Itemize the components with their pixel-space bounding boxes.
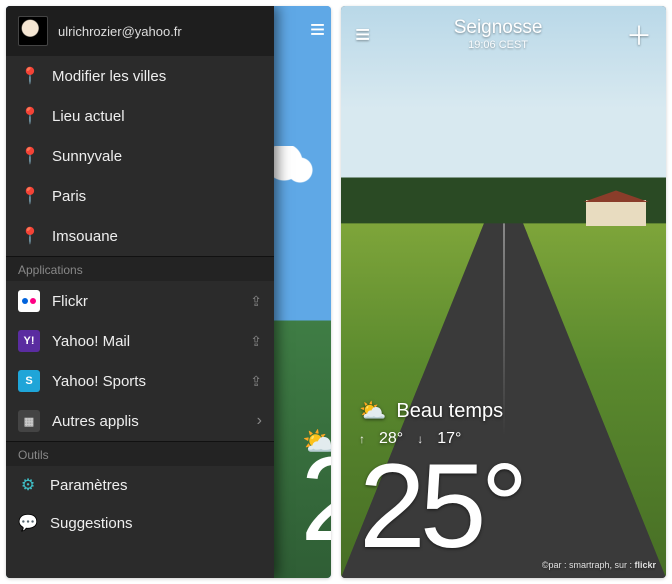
edit-locations[interactable]: 📍 Modifier les villes	[6, 56, 274, 96]
pin-icon: 📍	[20, 186, 40, 206]
edit-locations-label: Modifier les villes	[52, 68, 166, 85]
phone-left: ≡ ⛅ 2 ulrichrozier@yahoo.fr 📍 Modifier l…	[6, 6, 331, 578]
user-row[interactable]: ulrichrozier@yahoo.fr	[6, 6, 274, 56]
tool-suggestions[interactable]: 💬 Suggestions	[6, 504, 274, 542]
current-temp: 25°	[359, 452, 522, 560]
location-item-paris[interactable]: 📍 Paris	[6, 176, 274, 216]
arrow-down-icon: ↓	[417, 432, 423, 446]
tools-section-header: Outils	[6, 441, 274, 466]
top-bar: ≡ Seignosse 19:06 CEST ＋	[341, 6, 666, 62]
location-item-sunnyvale[interactable]: 📍 Sunnyvale	[6, 136, 274, 176]
hamburger-icon[interactable]: ≡	[355, 19, 370, 50]
credit-prefix: ©par :	[542, 560, 569, 570]
credit-author: smartraph	[569, 560, 610, 570]
app-flickr[interactable]: Flickr ⇪	[6, 281, 274, 321]
tool-settings[interactable]: ⚙ Paramètres	[6, 466, 274, 504]
pin-icon: 📍	[20, 106, 40, 126]
app-yahoo-sports[interactable]: S Yahoo! Sports ⇪	[6, 361, 274, 401]
flickr-logo-text: flickr	[634, 560, 656, 570]
peek-temperature: 2	[300, 430, 331, 568]
download-icon: ⇪	[250, 373, 262, 390]
hamburger-peek-icon[interactable]: ≡	[310, 14, 325, 45]
location-label: Lieu actuel	[52, 108, 125, 125]
gear-icon: ⚙	[18, 475, 38, 495]
pin-icon: 📍	[20, 66, 40, 86]
weather-block: ⛅ Beau temps ↑ 28° ↓ 17° 25°	[359, 398, 522, 560]
arrow-up-icon: ↑	[359, 432, 365, 446]
chat-icon: 💬	[18, 513, 38, 533]
app-yahoo-mail[interactable]: Y! Yahoo! Mail ⇪	[6, 321, 274, 361]
download-icon: ⇪	[250, 293, 262, 310]
yahoo-mail-icon: Y!	[18, 330, 40, 352]
apps-section-header: Applications	[6, 256, 274, 281]
app-label: Autres applis	[52, 413, 139, 430]
condition-row: ⛅ Beau temps	[359, 398, 522, 424]
download-icon: ⇪	[250, 333, 262, 350]
add-location-icon[interactable]: ＋	[626, 16, 652, 53]
location-label: Paris	[52, 188, 86, 205]
location-item-current[interactable]: 📍 Lieu actuel	[6, 96, 274, 136]
location-item-imsouane[interactable]: 📍 Imsouane	[6, 216, 274, 256]
house	[586, 200, 646, 226]
chevron-right-icon: ›	[257, 412, 262, 430]
sun-cloud-icon: ⛅	[359, 398, 386, 424]
pin-icon: 📍	[20, 146, 40, 166]
app-more-apps[interactable]: ▦ Autres applis ›	[6, 401, 274, 441]
location-header[interactable]: Seignosse 19:06 CEST	[454, 17, 543, 51]
condition-text: Beau temps	[396, 400, 503, 423]
app-label: Yahoo! Mail	[52, 333, 130, 350]
phone-right: ≡ Seignosse 19:06 CEST ＋ ⛅ Beau temps ↑ …	[341, 6, 666, 578]
location-name: Seignosse	[454, 17, 543, 39]
avatar	[18, 16, 48, 46]
location-time: 19:06 CEST	[454, 39, 543, 51]
grid-icon: ▦	[18, 410, 40, 432]
flickr-icon	[18, 290, 40, 312]
yahoo-sports-icon: S	[18, 370, 40, 392]
photo-credit[interactable]: ©par : smartraph, sur : flickr	[542, 560, 656, 570]
user-email: ulrichrozier@yahoo.fr	[58, 24, 182, 39]
app-label: Yahoo! Sports	[52, 373, 146, 390]
app-label: Flickr	[52, 293, 88, 310]
tool-label: Paramètres	[50, 477, 128, 494]
location-label: Imsouane	[52, 228, 118, 245]
pin-icon: 📍	[20, 226, 40, 246]
tool-label: Suggestions	[50, 515, 133, 532]
location-label: Sunnyvale	[52, 148, 122, 165]
credit-mid: , sur :	[609, 560, 634, 570]
navigation-drawer: ulrichrozier@yahoo.fr 📍 Modifier les vil…	[6, 6, 274, 578]
